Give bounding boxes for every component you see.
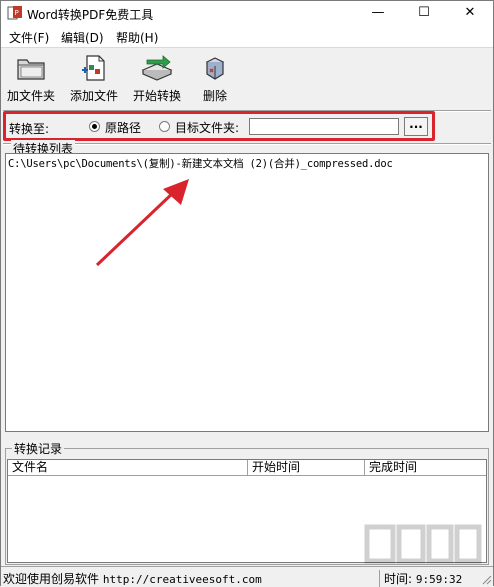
column-start-time[interactable]: 开始时间 xyxy=(248,460,365,476)
convert-row-divider xyxy=(3,143,491,145)
status-welcome: 欢迎使用创易软件 xyxy=(3,572,100,586)
window-title: Word转换PDF免费工具 xyxy=(27,8,154,22)
delete-button[interactable]: 删除 xyxy=(195,52,235,108)
pending-list[interactable]: C:\Users\pc\Documents\(复制)-新建文本文档 (2)(合并… xyxy=(5,153,489,432)
status-time-value: 9:59:32 xyxy=(415,573,463,586)
add-folder-label: 加文件夹 xyxy=(6,89,55,103)
folder-icon xyxy=(17,59,45,80)
app-window: P Word转换PDF免费工具 — ☐ ✕ 文件(F) 编辑(D) 帮助(H) … xyxy=(0,0,494,587)
pending-file-item[interactable]: C:\Users\pc\Documents\(复制)-新建文本文档 (2)(合并… xyxy=(8,156,393,171)
menu-help[interactable]: 帮助(H) xyxy=(116,29,158,46)
add-file-label: 添加文件 xyxy=(69,89,118,103)
add-file-button[interactable]: 添加文件 xyxy=(67,52,121,108)
log-title: 转换记录 xyxy=(12,440,65,457)
menu-file[interactable]: 文件(F) xyxy=(9,29,49,46)
delete-label: 删除 xyxy=(202,89,227,103)
resize-grip-icon[interactable] xyxy=(480,573,492,585)
app-icon: P xyxy=(7,6,22,20)
svg-text:P: P xyxy=(15,9,19,17)
status-time-label: 时间: xyxy=(384,572,413,586)
maximize-button[interactable]: ☐ xyxy=(401,1,447,25)
close-button[interactable]: ✕ xyxy=(447,1,493,25)
delete-icon xyxy=(205,57,225,80)
start-convert-button[interactable]: 开始转换 xyxy=(129,52,185,108)
arrow-annotation xyxy=(95,179,189,267)
column-filename[interactable]: 文件名 xyxy=(8,460,248,476)
column-end-time[interactable]: 完成时间 xyxy=(365,460,486,476)
add-file-icon xyxy=(82,55,105,81)
status-url: http://creativeesoft.com xyxy=(102,573,262,586)
status-time: 时间: 9:59:32 xyxy=(379,570,462,587)
title-bar: P Word转换PDF免费工具 — ☐ ✕ xyxy=(1,1,493,25)
start-convert-label: 开始转换 xyxy=(132,89,181,103)
minimize-button[interactable]: — xyxy=(355,1,401,25)
watermark-logo xyxy=(364,524,482,564)
status-message: 欢迎使用创易软件 http://creativeesoft.com xyxy=(3,570,262,587)
menu-edit[interactable]: 编辑(D) xyxy=(61,29,104,46)
menu-bar: 文件(F) 编辑(D) 帮助(H) xyxy=(1,25,493,48)
convert-icon xyxy=(141,55,173,81)
add-folder-button[interactable]: 加文件夹 xyxy=(5,52,57,108)
highlight-annotation xyxy=(3,111,435,141)
toolbar: 加文件夹 添加文件 开始转换 删除 xyxy=(1,48,493,110)
status-bar: 欢迎使用创易软件 http://creativeesoft.com 时间: 9:… xyxy=(1,566,493,587)
